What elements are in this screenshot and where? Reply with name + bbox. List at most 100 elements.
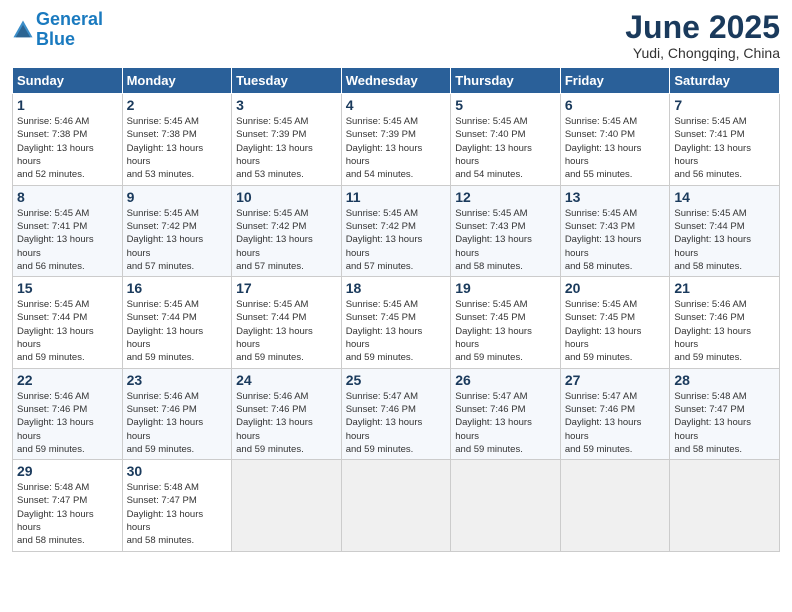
cell-text: Sunrise: 5:45 AMSunset: 7:45 PMDaylight:…: [455, 298, 556, 364]
calendar-cell: 13 Sunrise: 5:45 AMSunset: 7:43 PMDayligh…: [560, 185, 670, 276]
cell-text: Sunrise: 5:45 AMSunset: 7:44 PMDaylight:…: [236, 298, 337, 364]
title-block: June 2025 Yudi, Chongqing, China: [625, 10, 780, 61]
cell-text: Sunrise: 5:45 AMSunset: 7:40 PMDaylight:…: [455, 115, 556, 181]
day-number: 26: [455, 372, 556, 388]
calendar-cell: 22 Sunrise: 5:46 AMSunset: 7:46 PMDayligh…: [13, 368, 123, 459]
day-number: 5: [455, 97, 556, 113]
day-number: 10: [236, 189, 337, 205]
cell-text: Sunrise: 5:47 AMSunset: 7:46 PMDaylight:…: [455, 390, 556, 456]
calendar-cell: 21 Sunrise: 5:46 AMSunset: 7:46 PMDayligh…: [670, 277, 780, 368]
cell-text: Sunrise: 5:46 AMSunset: 7:38 PMDaylight:…: [17, 115, 118, 181]
calendar-cell: 19 Sunrise: 5:45 AMSunset: 7:45 PMDayligh…: [451, 277, 561, 368]
calendar-cell: 27 Sunrise: 5:47 AMSunset: 7:46 PMDayligh…: [560, 368, 670, 459]
day-number: 3: [236, 97, 337, 113]
cell-text: Sunrise: 5:45 AMSunset: 7:43 PMDaylight:…: [455, 207, 556, 273]
calendar-cell: 15 Sunrise: 5:45 AMSunset: 7:44 PMDayligh…: [13, 277, 123, 368]
logo-icon: [12, 19, 34, 41]
calendar-cell: 11 Sunrise: 5:45 AMSunset: 7:42 PMDayligh…: [341, 185, 451, 276]
day-number: 24: [236, 372, 337, 388]
cell-text: Sunrise: 5:45 AMSunset: 7:42 PMDaylight:…: [346, 207, 447, 273]
calendar-cell: 26 Sunrise: 5:47 AMSunset: 7:46 PMDayligh…: [451, 368, 561, 459]
day-number: 14: [674, 189, 775, 205]
day-number: 22: [17, 372, 118, 388]
calendar-cell: 30 Sunrise: 5:48 AMSunset: 7:47 PMDayligh…: [122, 460, 232, 551]
day-number: 12: [455, 189, 556, 205]
cell-text: Sunrise: 5:45 AMSunset: 7:45 PMDaylight:…: [346, 298, 447, 364]
calendar-cell: 3 Sunrise: 5:45 AMSunset: 7:39 PMDaylight…: [232, 94, 342, 185]
day-number: 28: [674, 372, 775, 388]
day-number: 8: [17, 189, 118, 205]
calendar-cell: 5 Sunrise: 5:45 AMSunset: 7:40 PMDaylight…: [451, 94, 561, 185]
calendar-cell: 16 Sunrise: 5:45 AMSunset: 7:44 PMDayligh…: [122, 277, 232, 368]
calendar-cell: 18 Sunrise: 5:45 AMSunset: 7:45 PMDayligh…: [341, 277, 451, 368]
col-sunday: Sunday: [13, 68, 123, 94]
calendar-cell: 20 Sunrise: 5:45 AMSunset: 7:45 PMDayligh…: [560, 277, 670, 368]
col-thursday: Thursday: [451, 68, 561, 94]
cell-text: Sunrise: 5:45 AMSunset: 7:40 PMDaylight:…: [565, 115, 666, 181]
day-number: 30: [127, 463, 228, 479]
day-number: 4: [346, 97, 447, 113]
day-number: 16: [127, 280, 228, 296]
calendar-cell: 9 Sunrise: 5:45 AMSunset: 7:42 PMDaylight…: [122, 185, 232, 276]
calendar-week-row: 29Sunrise: 5:48 AMSunset: 7:47 PMDayligh…: [13, 460, 780, 551]
logo-subtext: Blue: [36, 30, 103, 50]
cell-text: Sunrise: 5:46 AMSunset: 7:46 PMDaylight:…: [127, 390, 228, 456]
cell-text: Sunrise: 5:45 AMSunset: 7:42 PMDaylight:…: [127, 207, 228, 273]
calendar-cell: 4 Sunrise: 5:45 AMSunset: 7:39 PMDaylight…: [341, 94, 451, 185]
calendar-week-row: 15 Sunrise: 5:45 AMSunset: 7:44 PMDayligh…: [13, 277, 780, 368]
calendar-cell: 6 Sunrise: 5:45 AMSunset: 7:40 PMDaylight…: [560, 94, 670, 185]
cell-text: Sunrise: 5:45 AMSunset: 7:42 PMDaylight:…: [236, 207, 337, 273]
day-number: 21: [674, 280, 775, 296]
day-number: 18: [346, 280, 447, 296]
calendar-cell: 7Sunrise: 5:45 AMSunset: 7:41 PMDaylight…: [670, 94, 780, 185]
calendar-cell: 24Sunrise: 5:46 AMSunset: 7:46 PMDayligh…: [232, 368, 342, 459]
cell-text: Sunrise: 5:46 AMSunset: 7:46 PMDaylight:…: [674, 298, 775, 364]
calendar-cell: [670, 460, 780, 551]
calendar-week-row: 22 Sunrise: 5:46 AMSunset: 7:46 PMDayligh…: [13, 368, 780, 459]
calendar-cell: 17Sunrise: 5:45 AMSunset: 7:44 PMDayligh…: [232, 277, 342, 368]
calendar-cell: 1 Sunrise: 5:46 AMSunset: 7:38 PMDaylight…: [13, 94, 123, 185]
day-number: 15: [17, 280, 118, 296]
cell-text: Sunrise: 5:45 AMSunset: 7:45 PMDaylight:…: [565, 298, 666, 364]
calendar-cell: [341, 460, 451, 551]
cell-text: Sunrise: 5:45 AMSunset: 7:39 PMDaylight:…: [346, 115, 447, 181]
logo-text: General: [36, 10, 103, 30]
day-number: 6: [565, 97, 666, 113]
day-number: 25: [346, 372, 447, 388]
col-monday: Monday: [122, 68, 232, 94]
cell-text: Sunrise: 5:45 AMSunset: 7:44 PMDaylight:…: [674, 207, 775, 273]
location: Yudi, Chongqing, China: [625, 45, 780, 61]
day-number: 9: [127, 189, 228, 205]
day-number: 27: [565, 372, 666, 388]
day-number: 11: [346, 189, 447, 205]
day-number: 23: [127, 372, 228, 388]
calendar-week-row: 1 Sunrise: 5:46 AMSunset: 7:38 PMDaylight…: [13, 94, 780, 185]
day-number: 13: [565, 189, 666, 205]
cell-text: Sunrise: 5:45 AMSunset: 7:44 PMDaylight:…: [127, 298, 228, 364]
calendar-cell: 10 Sunrise: 5:45 AMSunset: 7:42 PMDayligh…: [232, 185, 342, 276]
month-title: June 2025: [625, 10, 780, 45]
cell-text: Sunrise: 5:48 AMSunset: 7:47 PMDaylight:…: [17, 481, 118, 547]
calendar-cell: [451, 460, 561, 551]
cell-text: Sunrise: 5:45 AMSunset: 7:38 PMDaylight:…: [127, 115, 228, 181]
cell-text: Sunrise: 5:45 AMSunset: 7:44 PMDaylight:…: [17, 298, 118, 364]
calendar-cell: 12 Sunrise: 5:45 AMSunset: 7:43 PMDayligh…: [451, 185, 561, 276]
col-wednesday: Wednesday: [341, 68, 451, 94]
calendar-cell: 29Sunrise: 5:48 AMSunset: 7:47 PMDayligh…: [13, 460, 123, 551]
calendar-cell: 28Sunrise: 5:48 AMSunset: 7:47 PMDayligh…: [670, 368, 780, 459]
header: General Blue June 2025 Yudi, Chongqing, …: [12, 10, 780, 61]
day-number: 20: [565, 280, 666, 296]
calendar-cell: 23 Sunrise: 5:46 AMSunset: 7:46 PMDayligh…: [122, 368, 232, 459]
calendar-cell: 8Sunrise: 5:45 AMSunset: 7:41 PMDaylight…: [13, 185, 123, 276]
day-number: 1: [17, 97, 118, 113]
cell-text: Sunrise: 5:45 AMSunset: 7:39 PMDaylight:…: [236, 115, 337, 181]
cell-text: Sunrise: 5:45 AMSunset: 7:43 PMDaylight:…: [565, 207, 666, 273]
page-container: General Blue June 2025 Yudi, Chongqing, …: [0, 0, 792, 562]
day-number: 19: [455, 280, 556, 296]
cell-text: Sunrise: 5:47 AMSunset: 7:46 PMDaylight:…: [565, 390, 666, 456]
cell-text: Sunrise: 5:46 AMSunset: 7:46 PMDaylight:…: [17, 390, 118, 456]
calendar-table: Sunday Monday Tuesday Wednesday Thursday…: [12, 67, 780, 551]
calendar-week-row: 8Sunrise: 5:45 AMSunset: 7:41 PMDaylight…: [13, 185, 780, 276]
logo: General Blue: [12, 10, 103, 50]
cell-text: Sunrise: 5:48 AMSunset: 7:47 PMDaylight:…: [127, 481, 228, 547]
